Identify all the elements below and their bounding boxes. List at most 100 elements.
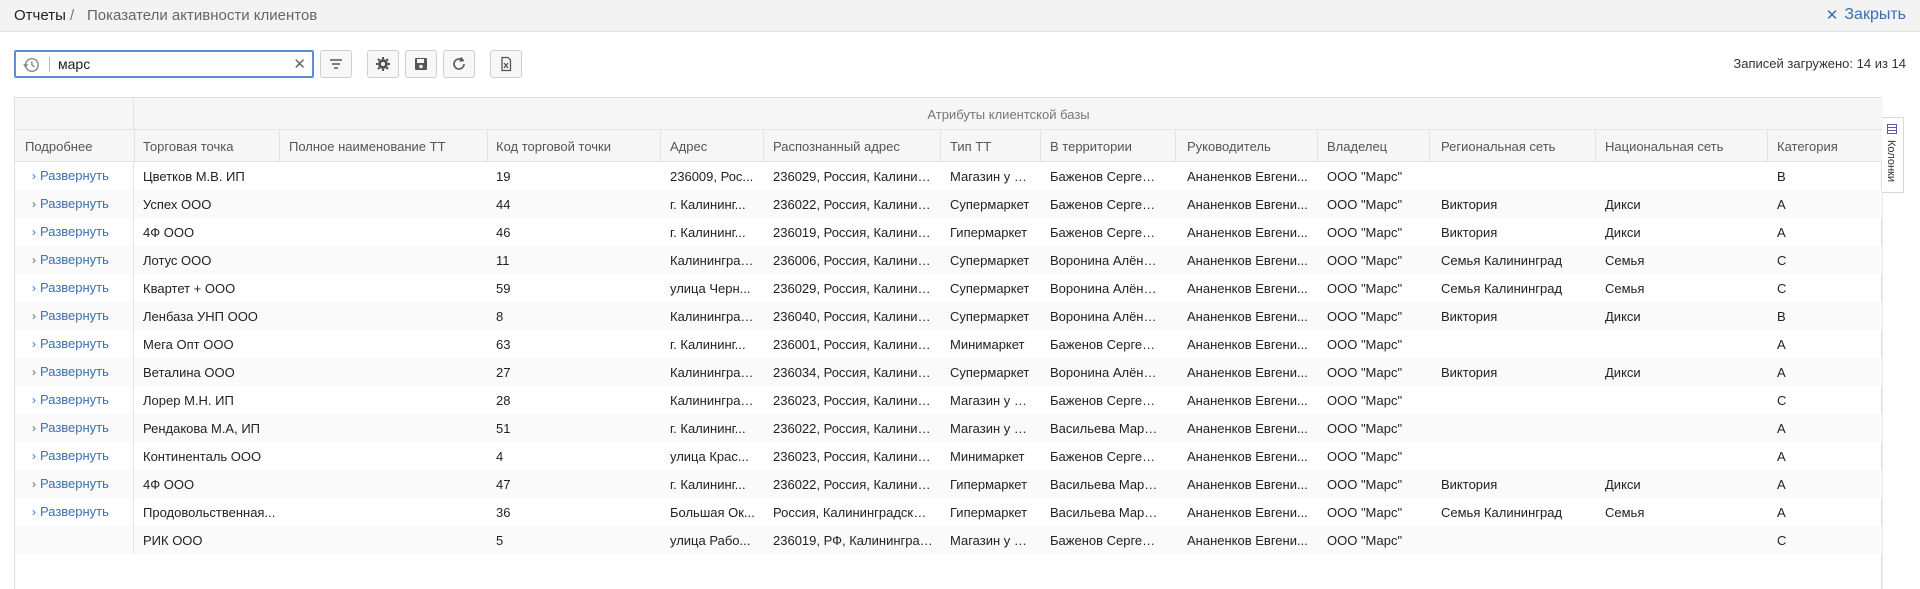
table-row[interactable]: › Развернуть Лорер М.Н. ИП 28 Калининград...… (15, 386, 1883, 414)
column-separator[interactable] (1595, 130, 1596, 162)
cell-address: Калининград... (670, 365, 755, 380)
column-header-col-owner[interactable]: Владелец (1327, 139, 1387, 154)
column-header-col-outlet[interactable]: Торговая точка (143, 139, 233, 154)
table-row[interactable]: › Развернуть Успех ООО 44 г. Калининг... 2360… (15, 190, 1883, 218)
expand-row-link[interactable]: › Развернуть (32, 252, 109, 267)
search-input[interactable] (58, 54, 278, 74)
expand-row-link[interactable]: › Развернуть (32, 504, 109, 519)
expand-row-link[interactable]: › Развернуть (32, 224, 109, 239)
column-header-col-address[interactable]: Адрес (670, 139, 707, 154)
refresh-button[interactable] (443, 50, 475, 78)
table-row[interactable]: › Развернуть Лотус ООО 11 Калининград... 2360… (15, 246, 1883, 274)
cell-outlet-code: 59 (496, 281, 511, 296)
column-header-col-outlet-code[interactable]: Код торговой точки (496, 139, 611, 154)
columns-panel-toggle[interactable]: Колонки (1882, 117, 1904, 193)
chevron-right-icon: › (32, 196, 36, 211)
column-header-col-manager[interactable]: Руководитель (1187, 139, 1271, 154)
details-cell: › Развернуть (15, 246, 134, 274)
table-row[interactable]: › Развернуть Ленбаза УНП ООО 8 Калининград..… (15, 302, 1883, 330)
close-label: Закрыть (1844, 6, 1906, 23)
expand-row-link[interactable]: › Развернуть (32, 280, 109, 295)
column-separator[interactable] (763, 130, 764, 162)
cell-regional-network: Семья Калининград (1441, 505, 1563, 520)
table-row[interactable]: › Развернуть Цветков М.В. ИП 19 236009, Рос.… (15, 162, 1883, 190)
export-excel-button[interactable] (490, 50, 522, 78)
expand-row-link[interactable]: › Развернуть (32, 336, 109, 351)
expand-row-link[interactable]: › Развернуть (32, 196, 109, 211)
expand-row-link[interactable]: › Развернуть (32, 448, 109, 463)
cell-recognized-address: Россия, Калининградская ... (773, 505, 933, 520)
table-row[interactable]: › Развернуть 4Ф ООО 47 г. Калининг... 236022,… (15, 470, 1883, 498)
column-separator[interactable] (1040, 130, 1041, 162)
data-grid: Атрибуты клиентской базы Подробнее Торгов… (14, 97, 1883, 589)
table-row[interactable]: › Развернуть 4Ф ООО 46 г. Калининг... 236019,… (15, 218, 1883, 246)
save-button[interactable] (405, 50, 437, 78)
cell-outlet-type: Магазин у д... (950, 169, 1032, 184)
details-cell: › Развернуть (15, 498, 134, 526)
column-header-col-national-network[interactable]: Национальная сеть (1605, 139, 1723, 154)
vertical-scrollbar[interactable] (1882, 193, 1904, 589)
cell-territory: Воронина Алёна П... (1050, 253, 1162, 268)
table-row[interactable]: › Развернуть Континенталь ООО 4 улица Крас..… (15, 442, 1883, 470)
breadcrumb-root[interactable]: Отчеты (14, 7, 66, 24)
table-row[interactable]: › Развернуть Рендакова М.А, ИП 51 г. Калинин… (15, 414, 1883, 442)
columns-icon (1887, 124, 1897, 134)
cell-category: C (1777, 253, 1787, 268)
column-header-col-category[interactable]: Категория (1777, 139, 1838, 154)
expand-row-link[interactable]: › Развернуть (32, 364, 109, 379)
cell-national-network: Дикси (1605, 365, 1641, 380)
table-row[interactable]: › Развернуть Мега Опт ООО 63 г. Калининг... 2… (15, 330, 1883, 358)
cell-outlet: РИК ООО (143, 533, 203, 548)
column-header-col-outlet-type[interactable]: Тип ТТ (950, 139, 991, 154)
column-header-col-regional-network[interactable]: Региональная сеть (1441, 139, 1555, 154)
cell-outlet-code: 51 (496, 421, 511, 436)
column-separator[interactable] (1317, 130, 1318, 162)
column-separator[interactable] (134, 130, 135, 162)
filter-button[interactable] (320, 50, 352, 78)
column-separator[interactable] (487, 130, 488, 162)
column-header-col-recognized-address[interactable]: Распознанный адрес (773, 139, 900, 154)
cell-category: A (1777, 421, 1786, 436)
cell-manager: Ананенков Евгени... (1187, 533, 1308, 548)
cell-territory: Баженов Сергей В... (1050, 337, 1162, 352)
column-separator[interactable] (660, 130, 661, 162)
expand-row-link[interactable]: › Развернуть (32, 168, 109, 183)
details-cell: › Развернуть (15, 274, 134, 302)
table-row[interactable]: › Развернуть Продовольственная... 36 Большая… (15, 498, 1883, 526)
cell-owner: ООО "Марс" (1327, 533, 1403, 548)
expand-row-link[interactable]: › Развернуть (32, 420, 109, 435)
close-button[interactable]: ✕ Закрыть (1826, 6, 1906, 24)
cell-territory: Баженов Сергей В... (1050, 169, 1162, 184)
cell-national-network: Дикси (1605, 197, 1641, 212)
details-cell: › Развернуть (15, 190, 134, 218)
cell-outlet-code: 11 (496, 253, 510, 268)
cell-outlet-code: 8 (496, 309, 504, 324)
column-separator[interactable] (1429, 130, 1430, 162)
cell-address: Калининград... (670, 393, 755, 408)
column-header-col-details[interactable]: Подробнее (25, 139, 92, 154)
cell-recognized-address: 236019, РФ, Калининградс... (773, 533, 933, 548)
column-separator[interactable] (1767, 130, 1768, 162)
table-row[interactable]: РИК ООО 5 улица Рабо... 236019, РФ, Калинин… (15, 526, 1883, 554)
column-header-row: Подробнее Торговая точка Полное наименован… (15, 130, 1883, 162)
details-cell: › Развернуть (15, 470, 134, 498)
table-row[interactable]: › Развернуть Квартет + ООО 59 улица Черн... 2… (15, 274, 1883, 302)
expand-row-link[interactable]: › Развернуть (32, 308, 109, 323)
search-box: ✕ (14, 50, 314, 78)
column-header-col-territory[interactable]: В территории (1050, 139, 1132, 154)
cell-owner: ООО "Марс" (1327, 253, 1403, 268)
column-separator[interactable] (1175, 130, 1176, 162)
expand-row-link[interactable]: › Развернуть (32, 476, 109, 491)
breadcrumb-current: Показатели активности клиентов (87, 7, 318, 24)
cell-recognized-address: 236040, Россия, Калининг... (773, 309, 933, 324)
history-icon[interactable] (22, 56, 40, 74)
clear-search-icon[interactable]: ✕ (293, 55, 306, 73)
cell-owner: ООО "Марс" (1327, 169, 1403, 184)
expand-row-link[interactable]: › Развернуть (32, 392, 109, 407)
cell-regional-network: Семья Калининград (1441, 253, 1563, 268)
settings-button[interactable] (367, 50, 399, 78)
table-row[interactable]: › Развернуть Веталина ООО 27 Калининград... 2… (15, 358, 1883, 386)
column-separator[interactable] (940, 130, 941, 162)
column-separator[interactable] (279, 130, 280, 162)
column-header-col-full-name[interactable]: Полное наименование ТТ (289, 139, 446, 154)
